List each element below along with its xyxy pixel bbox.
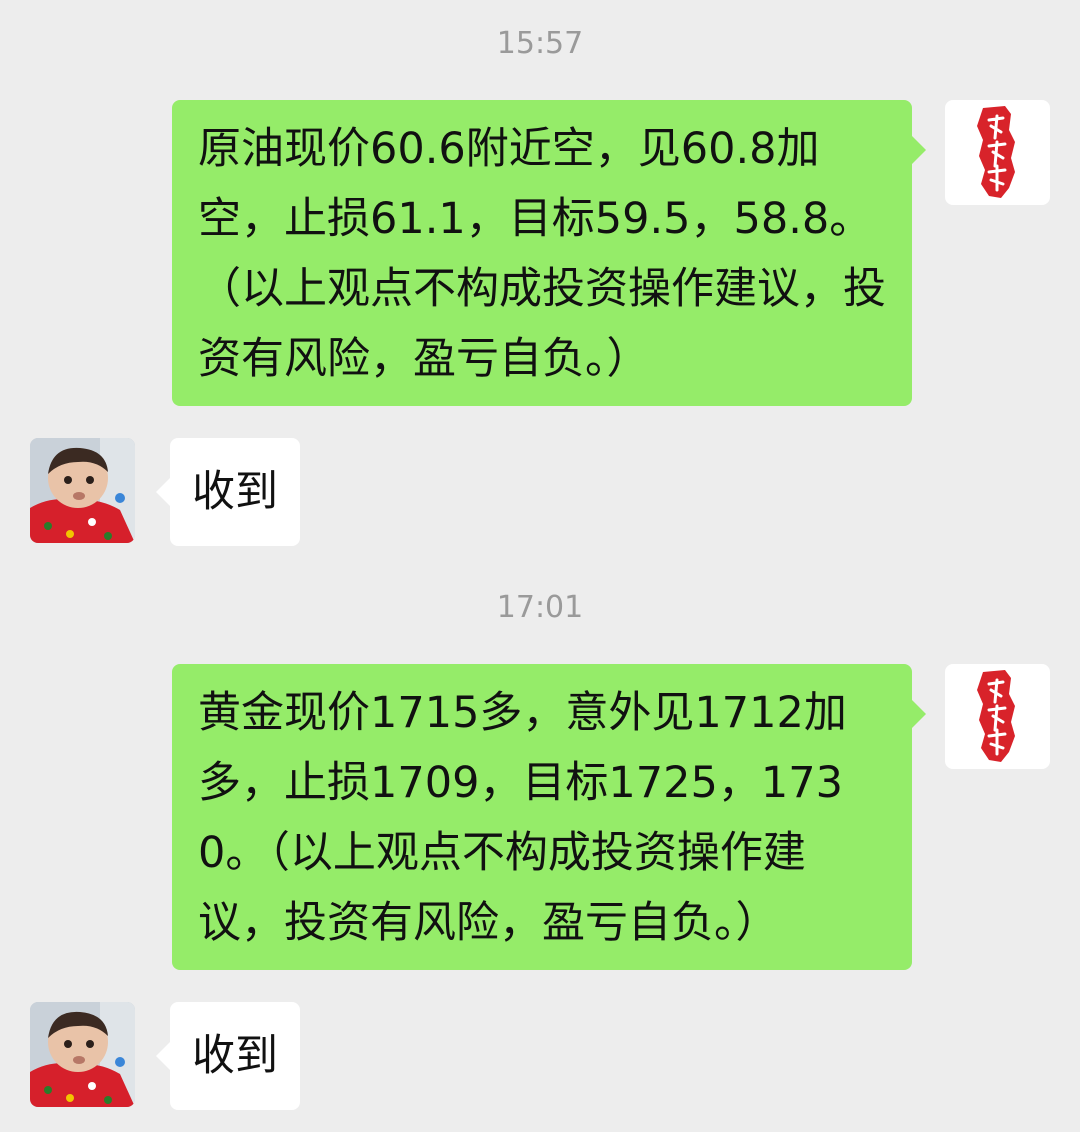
contact-avatar[interactable] bbox=[30, 438, 135, 543]
baby-photo-icon bbox=[30, 438, 135, 543]
outgoing-message-bubble[interactable]: 黄金现价1715多，意外见1712加多，止损1709，目标1725，1730。（… bbox=[172, 664, 926, 970]
red-seal-logo-icon bbox=[977, 670, 1015, 762]
baby-photo-icon bbox=[30, 1002, 135, 1107]
message-text: 黄金现价1715多，意外见1712加多，止损1709，目标1725，1730。（… bbox=[198, 688, 847, 948]
contact-avatar[interactable] bbox=[30, 1002, 135, 1107]
incoming-message-bubble[interactable]: 收到 bbox=[156, 1002, 300, 1110]
outgoing-message-bubble[interactable]: 原油现价60.6附近空，见60.8加空，止损61.1，目标59.5，58.8。（… bbox=[172, 100, 926, 406]
incoming-message-bubble[interactable]: 收到 bbox=[156, 438, 300, 546]
message-text: 原油现价60.6附近空，见60.8加空，止损61.1，目标59.5，58.8。（… bbox=[198, 124, 886, 384]
red-seal-logo-icon bbox=[977, 106, 1015, 198]
sender-avatar[interactable] bbox=[945, 100, 1050, 205]
message-text: 收到 bbox=[192, 467, 278, 517]
message-text: 收到 bbox=[192, 1031, 278, 1081]
timestamp: 15:57 bbox=[496, 26, 584, 61]
timestamp: 17:01 bbox=[496, 590, 584, 625]
sender-avatar[interactable] bbox=[945, 664, 1050, 769]
